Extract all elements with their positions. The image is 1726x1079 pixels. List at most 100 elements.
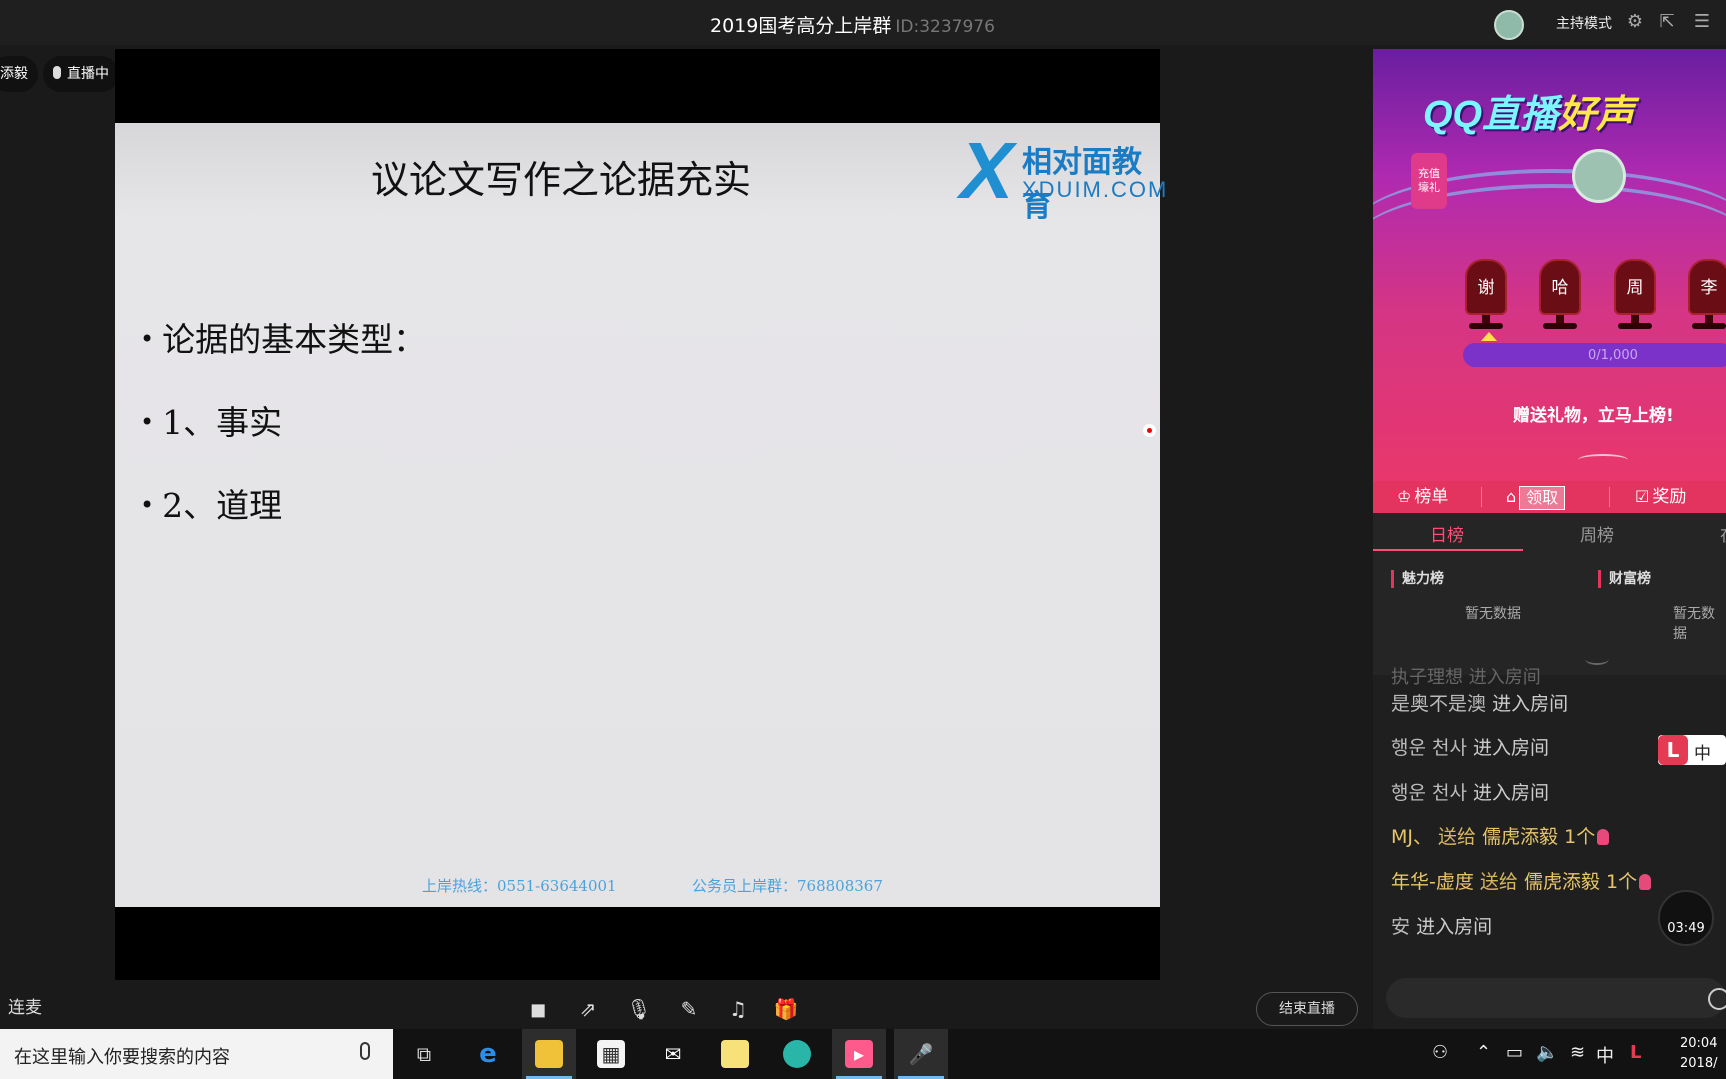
sticky-icon[interactable]	[708, 1029, 762, 1079]
chat-message: 安 进入房间	[1391, 916, 1493, 938]
host-mode-label[interactable]: 主持模式	[1556, 13, 1612, 33]
music-icon[interactable]: ♫	[725, 996, 751, 1022]
people-icon[interactable]: ⚇	[1432, 1042, 1448, 1063]
qq-live-icon[interactable]: ▸	[832, 1029, 886, 1079]
event-banner[interactable]: QQ直播好声 充值 壕礼 谢 哈 周 李 0/1,000 赠送礼物，立马上榜!	[1373, 49, 1726, 481]
edge-icon[interactable]: e	[461, 1029, 515, 1079]
chat-message: 행운 천사 进入房间	[1391, 737, 1550, 759]
chat-message: 是奥不是澳 进入房间	[1391, 693, 1569, 715]
camera-off-icon[interactable]: ◼	[525, 996, 551, 1022]
active-tab-indicator	[1373, 549, 1523, 551]
edit-icon[interactable]: ✎	[676, 996, 702, 1022]
banner-title: QQ直播好声	[1423, 94, 1635, 136]
recharge-gift-badge[interactable]: 充值 壕礼	[1411, 153, 1447, 209]
tab-reward[interactable]: ☑ 奖励	[1635, 481, 1686, 513]
host-avatar[interactable]	[1494, 10, 1524, 40]
mic-app-icon[interactable]: 🎤	[894, 1029, 948, 1079]
flower-gift-icon	[1639, 874, 1652, 890]
wealth-rank-title: 财富榜	[1598, 570, 1651, 588]
group-name: 2019国考高分上岸群	[710, 15, 892, 37]
chevron-down-icon[interactable]	[1585, 653, 1609, 665]
tab-claim[interactable]: ⌂ 领取	[1506, 481, 1566, 513]
task-view-icon[interactable]: ⧉	[397, 1029, 451, 1079]
share-screen-icon[interactable]: ⇗	[575, 996, 601, 1022]
bullet-item: • 1、事实	[140, 403, 283, 442]
chat-message-partial: 执子理想 进入房间	[1391, 667, 1541, 688]
clock[interactable]: 20:04 2018/	[1680, 1034, 1717, 1074]
title-bar: 2019国考高分上岸群 ID:3237976 主持模式 ⚙ ⇱ ☰	[0, 0, 1726, 45]
app-icon[interactable]	[770, 1029, 824, 1079]
live-status-label: 直播中	[67, 66, 109, 82]
top-avatar	[1572, 149, 1626, 203]
ime-app-icon[interactable]: L	[1630, 1042, 1641, 1063]
tab-total[interactable]: 在	[1720, 521, 1726, 546]
promo-text: 赠送礼物，立马上榜!	[1513, 406, 1674, 426]
side-panel: QQ直播好声 充值 壕礼 谢 哈 周 李 0/1,000 赠送礼物，立马上榜! …	[1373, 49, 1726, 1029]
mail-icon[interactable]: ✉	[646, 1029, 700, 1079]
seat: 周	[1614, 259, 1656, 331]
microphone-icon[interactable]: 🎙	[626, 996, 652, 1022]
file-explorer-icon[interactable]	[522, 1029, 576, 1079]
ime-lang: 中	[1694, 744, 1711, 764]
seat: 谢	[1465, 259, 1507, 331]
connect-mic-button[interactable]: 连麦	[8, 993, 42, 1018]
settings-icon[interactable]: ⚙	[1623, 10, 1647, 34]
gift-box-icon: ⌂	[1506, 487, 1517, 506]
progress-text: 0/1,000	[1588, 348, 1638, 363]
search-placeholder: 在这里输入你要搜索的内容	[14, 1047, 230, 1068]
rank-panel: 日榜 周榜 在 魅力榜 财富榜 暂无数据 暂无数据	[1373, 513, 1726, 675]
bullet-item: • 论据的基本类型：	[140, 320, 427, 359]
mic-icon	[53, 66, 61, 79]
footer-hotline: 上岸热线：0551-63644001	[422, 877, 617, 895]
seat: 哈	[1539, 259, 1581, 331]
rank-tabs-bar: ♔ 榜单 ⌂ 领取 ☑ 奖励	[1373, 481, 1726, 513]
checklist-icon: ☑	[1635, 487, 1650, 506]
ime-logo-icon: L	[1658, 735, 1688, 765]
chevron-up-icon[interactable]	[1578, 454, 1628, 466]
tab-weekly[interactable]: 周榜	[1580, 521, 1614, 546]
presentation-slide: 议论文写作之论据充实 X 相对面教育 XDUIM.COM • 论据的基本类型： •…	[115, 123, 1166, 907]
slide-title: 议论文写作之论据充实	[371, 158, 752, 202]
taskbar-search[interactable]: 在这里输入你要搜索的内容	[0, 1029, 393, 1079]
chat-input[interactable]	[1386, 978, 1726, 1018]
live-status-pill: 直播中	[43, 56, 119, 92]
footer-group: 公务员上岸群：768808367	[692, 877, 883, 895]
logo-en-text: XDUIM.COM	[1022, 177, 1169, 202]
seat-marker	[1481, 332, 1497, 341]
chat-message: 年华-虚度 送给 儒虎添毅 1个	[1391, 867, 1652, 894]
flower-gift-icon	[1597, 829, 1610, 845]
wealth-no-data: 暂无数据	[1673, 606, 1715, 642]
seat: 李	[1688, 259, 1726, 331]
volume-icon[interactable]: 🔈	[1536, 1042, 1558, 1063]
emoji-icon[interactable]	[1708, 988, 1726, 1010]
laser-pointer	[1143, 424, 1156, 437]
ime-indicator[interactable]: 中	[1596, 1042, 1614, 1068]
streamer-name: 添毅	[0, 66, 28, 82]
room-id: ID:3237976	[895, 17, 995, 37]
tab-daily[interactable]: 日榜	[1430, 521, 1464, 546]
brand-logo: X 相对面教育 XDUIM.COM	[960, 126, 1166, 225]
wifi-icon[interactable]: ≋	[1570, 1042, 1585, 1063]
mic-icon[interactable]	[360, 1042, 370, 1060]
battery-icon[interactable]: ▭	[1506, 1042, 1523, 1063]
tab-rank[interactable]: ♔ 榜单	[1397, 481, 1448, 513]
store-icon[interactable]: ▦	[584, 1029, 638, 1079]
live-timer[interactable]: 03:49	[1658, 890, 1714, 946]
chat-message: MJ、 送给 儒虎添毅 1个	[1391, 822, 1610, 849]
chat-message: 행운 천사 进入房间	[1391, 782, 1550, 804]
crown-icon: ♔	[1397, 487, 1412, 506]
charm-rank-title: 魅力榜	[1391, 570, 1444, 588]
charm-no-data: 暂无数据	[1465, 606, 1521, 622]
chevron-up-tray-icon[interactable]: ⌃	[1476, 1042, 1491, 1063]
gift-icon[interactable]: 🎁	[773, 996, 799, 1022]
end-live-button[interactable]: 结束直播	[1256, 992, 1358, 1026]
menu-icon[interactable]: ☰	[1690, 10, 1714, 34]
logo-x-mark: X	[960, 126, 1014, 215]
bullet-item: • 2、道理	[140, 486, 283, 525]
windows-taskbar: 在这里输入你要搜索的内容 ⧉ e ▦ ✉ ▸ 🎤 ⚇ ⌃ ▭ 🔈 ≋ 中 L 2…	[0, 1029, 1726, 1079]
popout-icon[interactable]: ⇱	[1655, 10, 1679, 34]
progress-bar: 0/1,000	[1463, 343, 1726, 367]
window-title: 2019国考高分上岸群 ID:3237976	[710, 11, 995, 38]
streamer-name-pill: 添毅	[0, 56, 38, 92]
ime-float-widget[interactable]: L 中	[1658, 735, 1726, 765]
